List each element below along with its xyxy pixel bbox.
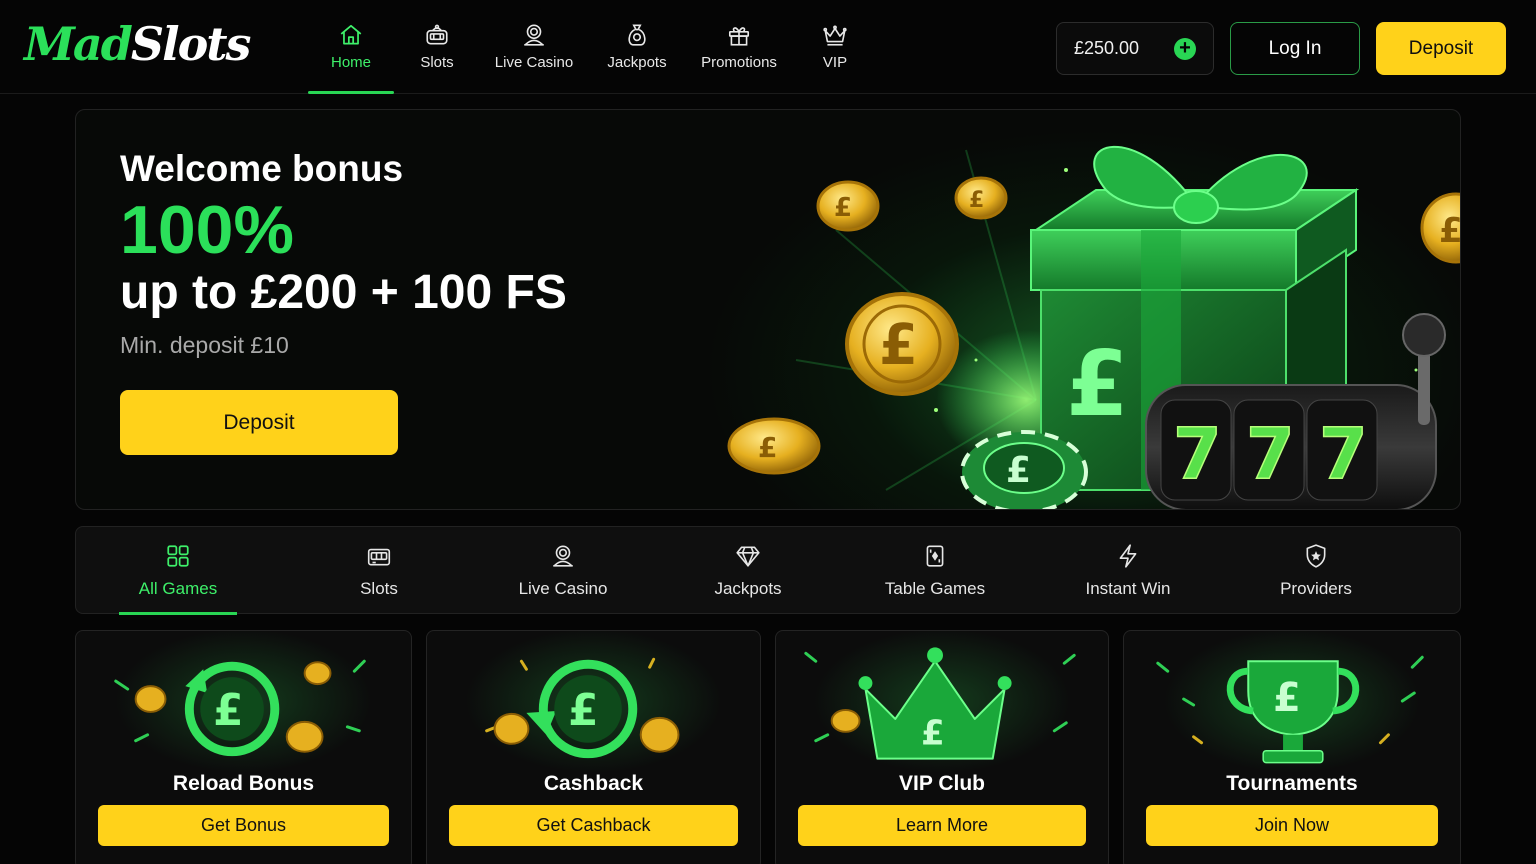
nav-label-live-casino: Live Casino bbox=[494, 54, 574, 71]
cashback-pound-icon: £ bbox=[485, 657, 680, 759]
hero-coin-pound-1: £ bbox=[834, 193, 852, 223]
reload-pound-symbol: £ bbox=[213, 685, 243, 736]
hero-min-deposit: Min. deposit £10 bbox=[120, 332, 289, 358]
hero-offer-text: up to £200 + 100 FS bbox=[120, 266, 567, 319]
logo-text-slots: Slots bbox=[130, 17, 252, 71]
hero-coin-pound-2: £ bbox=[969, 188, 984, 213]
dealer-icon bbox=[553, 545, 573, 567]
promo-card-reload-bonus[interactable]: £ Reload Bonus Get Bonus bbox=[75, 630, 412, 864]
promo-title-reload-bonus: Reload Bonus bbox=[172, 772, 315, 795]
site-header: MadSlots Home Slots Live Casino Jackpots… bbox=[0, 0, 1536, 94]
tab-all-games[interactable]: All Games bbox=[119, 527, 237, 615]
promo-card-cashback[interactable]: £ Cashback Get Cashback bbox=[426, 630, 761, 864]
hero-coin-pound-5: £ bbox=[1439, 211, 1461, 251]
promo-title-cashback: Cashback bbox=[543, 772, 644, 795]
hero-chip-pound-symbol: £ bbox=[1006, 450, 1031, 491]
hero-title: Welcome bonus bbox=[120, 148, 404, 189]
nav-item-vip[interactable]: VIP bbox=[792, 0, 878, 94]
hero-gift-slot-illustration: £ 7 7 7 £ £ £ £ £ £ bbox=[727, 145, 1461, 509]
nav-item-slots[interactable]: Slots bbox=[394, 0, 480, 94]
tab-label-providers: Providers bbox=[1280, 579, 1352, 598]
nav-item-live-casino[interactable]: Live Casino bbox=[480, 0, 588, 94]
diamond-icon bbox=[736, 546, 760, 567]
get-bonus-button[interactable]: Get Bonus bbox=[98, 805, 389, 846]
add-funds-plus-icon[interactable]: + bbox=[1174, 38, 1196, 60]
trophy-pound-icon: £ bbox=[1156, 655, 1424, 764]
learn-more-button[interactable]: Learn More bbox=[798, 805, 1086, 846]
get-cashback-button[interactable]: Get Cashback bbox=[449, 805, 738, 846]
tab-label-instant-win: Instant Win bbox=[1085, 579, 1171, 598]
hero-reel-seven-1: 7 bbox=[1173, 413, 1222, 495]
join-now-button[interactable]: Join Now bbox=[1146, 805, 1438, 846]
lightning-icon bbox=[1119, 544, 1137, 568]
tab-label-all-games: All Games bbox=[138, 579, 218, 598]
crown-pound-icon: £ bbox=[804, 647, 1076, 760]
vip-pound-symbol: £ bbox=[921, 714, 945, 753]
nav-item-jackpots[interactable]: Jackpots bbox=[588, 0, 686, 94]
slot-machine-icon bbox=[426, 24, 448, 45]
login-button[interactable]: Log In bbox=[1230, 22, 1360, 75]
tab-label-live-casino: Live Casino bbox=[518, 579, 608, 598]
nav-label-promotions: Promotions bbox=[701, 54, 777, 71]
tab-table-games[interactable]: Table Games bbox=[879, 527, 991, 615]
header-deposit-button[interactable]: Deposit bbox=[1376, 22, 1506, 75]
tab-jackpots[interactable]: Jackpots bbox=[706, 527, 790, 615]
cards-icon bbox=[926, 545, 944, 567]
promo-title-vip-club: VIP Club bbox=[899, 772, 985, 795]
shield-star-icon bbox=[1306, 544, 1326, 568]
welcome-bonus-hero: £ 7 7 7 £ £ £ £ £ £ Welcome bonus 100% u… bbox=[75, 109, 1461, 510]
nav-item-promotions[interactable]: Promotions bbox=[686, 0, 792, 94]
money-bag-icon bbox=[628, 24, 646, 46]
promo-title-tournaments: Tournaments bbox=[1226, 772, 1358, 795]
nav-label-vip: VIP bbox=[822, 54, 848, 71]
promo-card-tournaments[interactable]: £ Tournaments Join Now bbox=[1123, 630, 1461, 864]
hero-reel-seven-3: 7 bbox=[1319, 413, 1368, 495]
trophy-pound-symbol: £ bbox=[1273, 675, 1301, 721]
hero-deposit-button[interactable]: Deposit bbox=[120, 390, 398, 455]
hero-coin-pound-4: £ bbox=[758, 431, 777, 464]
madslots-logo[interactable]: MadSlots bbox=[24, 14, 252, 74]
reload-pound-icon: £ bbox=[114, 659, 366, 757]
tab-slots[interactable]: Slots bbox=[339, 527, 419, 615]
promo-card-vip-club[interactable]: £ VIP Club Learn More bbox=[775, 630, 1109, 864]
nav-item-home[interactable]: Home bbox=[308, 0, 394, 94]
hero-gift-pound-symbol: £ bbox=[1066, 332, 1129, 437]
dealer-icon bbox=[524, 24, 544, 46]
gift-icon bbox=[728, 27, 750, 46]
crown-icon bbox=[823, 25, 847, 46]
nav-label-home: Home bbox=[330, 54, 371, 71]
logo-text-mad: Mad bbox=[24, 17, 133, 71]
cashback-pound-symbol: £ bbox=[568, 685, 598, 736]
tab-label-table-games: Table Games bbox=[884, 579, 986, 598]
tab-label-slots: Slots bbox=[360, 579, 398, 598]
game-category-tabs: All Games Slots Live Casino Jackpots Tab… bbox=[75, 526, 1461, 615]
tab-live-casino[interactable]: Live Casino bbox=[508, 527, 618, 615]
hero-coin-pound-3: £ bbox=[879, 313, 918, 378]
hero-bonus-percentage: 100% bbox=[120, 192, 294, 268]
grid-icon bbox=[167, 545, 189, 567]
slot-machine-icon bbox=[367, 548, 391, 566]
nav-label-jackpots: Jackpots bbox=[607, 54, 667, 71]
balance-display[interactable]: £250.00 + bbox=[1056, 22, 1214, 75]
balance-amount: £250.00 bbox=[1074, 38, 1140, 58]
nav-label-slots: Slots bbox=[420, 54, 454, 71]
hero-reel-seven-2: 7 bbox=[1246, 413, 1295, 495]
tab-instant-win[interactable]: Instant Win bbox=[1077, 527, 1179, 615]
tab-label-jackpots: Jackpots bbox=[714, 579, 782, 598]
main-nav: Home Slots Live Casino Jackpots Promotio… bbox=[308, 0, 878, 94]
tab-providers[interactable]: Providers bbox=[1274, 527, 1358, 615]
home-icon bbox=[340, 24, 362, 45]
